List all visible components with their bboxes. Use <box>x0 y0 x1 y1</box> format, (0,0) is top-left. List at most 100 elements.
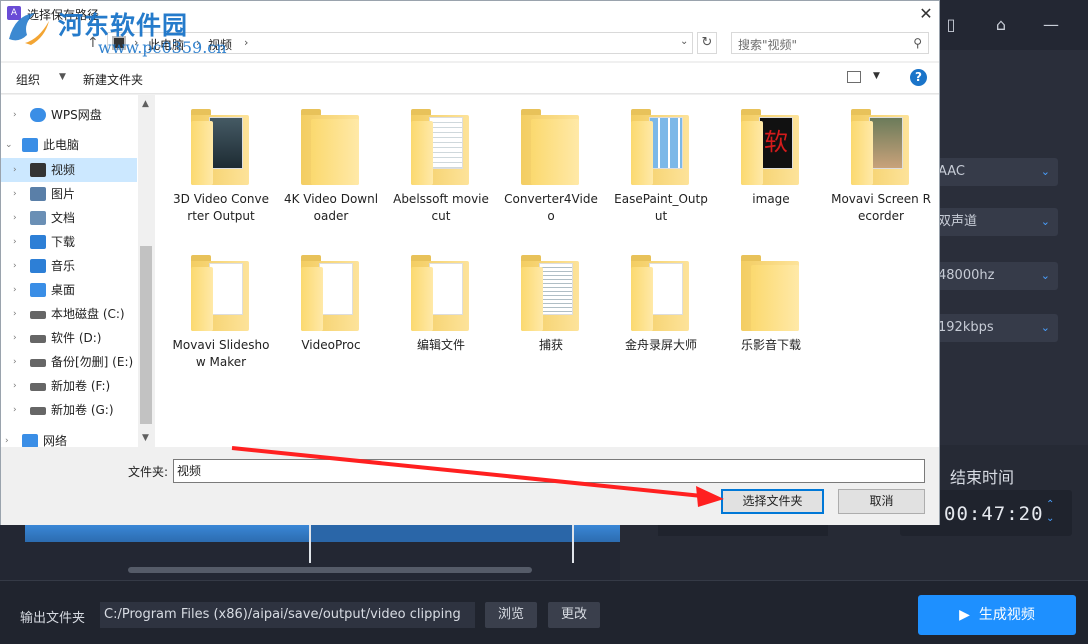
folder-icon <box>191 255 249 331</box>
collapse-arrow-icon[interactable]: › <box>13 230 17 254</box>
collapse-arrow-icon[interactable]: › <box>13 182 17 206</box>
home-icon[interactable]: ⌂ <box>990 14 1012 36</box>
scroll-up-arrow[interactable]: ▲ <box>142 99 149 109</box>
chevron-down-icon: ⌄ <box>1040 321 1050 334</box>
close-icon[interactable]: ✕ <box>915 3 937 25</box>
drive-icon <box>30 407 46 415</box>
folder-name: Movavi Screen Recorder <box>831 192 931 223</box>
organize-menu[interactable]: 组织 <box>16 71 40 88</box>
channel-dropdown[interactable]: 双声道 ⌄ <box>928 208 1058 236</box>
cancel-button[interactable]: 取消 <box>838 489 925 514</box>
minimize-icon[interactable]: — <box>1040 14 1062 36</box>
folder-icon <box>741 255 799 331</box>
folder-name: 编辑文件 <box>416 338 465 352</box>
time-spinner[interactable]: ⌃ ⌄ <box>1046 498 1054 526</box>
folder-icon: 软 <box>741 109 799 185</box>
folder-name: Abelssoft moviecut <box>393 192 489 223</box>
nav-item[interactable]: › 新加卷 (F:) <box>1 374 137 398</box>
folder-icon <box>631 255 689 331</box>
view-options-icon[interactable] <box>847 71 861 83</box>
drive-icon <box>30 311 46 319</box>
folder-name: Converter4Video <box>504 192 598 223</box>
nav-item-label: 新加卷 (G:) <box>51 403 114 417</box>
nav-item[interactable]: › 下载 <box>1 230 137 254</box>
collapse-arrow-icon[interactable]: › <box>13 398 17 422</box>
change-button[interactable]: 更改 <box>548 602 600 628</box>
bitrate-value: 192kbps <box>938 320 994 335</box>
nav-item[interactable]: › 文档 <box>1 206 137 230</box>
nav-item[interactable]: › 图片 <box>1 182 137 206</box>
generate-video-label: 生成视频 <box>978 607 1035 623</box>
folder-icon <box>631 109 689 185</box>
audio-codec-dropdown[interactable]: AAC ⌄ <box>928 158 1058 186</box>
nav-item[interactable]: › 软件 (D:) <box>1 326 137 350</box>
folder-icon <box>521 255 579 331</box>
end-time-value[interactable]: 00:47:20 <box>944 503 1044 525</box>
nav-item-label: 视频 <box>51 163 76 177</box>
collapse-arrow-icon[interactable]: › <box>13 350 17 374</box>
collapse-arrow-icon[interactable]: › <box>13 302 17 326</box>
chevron-down-icon[interactable]: ⌄ <box>680 36 688 47</box>
folder-name: 捕获 <box>538 338 563 352</box>
folder-name-input[interactable]: 视频 <box>173 459 925 483</box>
collapse-arrow-icon[interactable]: › <box>13 326 17 350</box>
output-path-field[interactable]: C:/Program Files (x86)/aipai/save/output… <box>100 602 475 628</box>
search-input[interactable]: 搜索"视频" ⚲ <box>731 32 929 54</box>
nav-item[interactable]: › 视频 <box>1 158 137 182</box>
scroll-down-arrow[interactable]: ▼ <box>142 433 149 443</box>
collapse-arrow-icon[interactable]: › <box>13 206 17 230</box>
expand-arrow-icon[interactable]: ⌄ <box>5 133 13 157</box>
channel-value: 双声道 <box>938 214 978 229</box>
trim-start-handle[interactable] <box>309 525 311 563</box>
search-placeholder: 搜索"视频" <box>738 38 798 52</box>
nav-item[interactable]: › 新加卷 (G:) <box>1 398 137 422</box>
refresh-icon[interactable]: ↻ <box>697 32 717 54</box>
watermark-logo <box>9 13 49 45</box>
pictures-folder-icon <box>30 187 46 201</box>
collapse-arrow-icon[interactable]: › <box>13 103 17 127</box>
nav-item[interactable]: ⌄ 此电脑 <box>1 133 137 157</box>
folder-name: 4K Video Downloader <box>283 192 379 223</box>
nav-item-label: 桌面 <box>51 283 76 297</box>
help-icon[interactable]: ? <box>910 69 927 86</box>
collapse-arrow-icon[interactable]: › <box>13 374 17 398</box>
collapse-arrow-icon[interactable]: › <box>13 158 17 182</box>
navigation-pane: › WPS网盘 ⌄ 此电脑 › 视频 › 图片 › 文档 › 下载 › 音乐 › 桌面 › 本地磁盘 (C:) › 软… <box>1 95 154 448</box>
nav-item[interactable]: › 桌面 <box>1 278 137 302</box>
folder-name: VideoProc <box>301 338 361 352</box>
nav-item-label: 此电脑 <box>43 138 80 152</box>
nav-item[interactable]: › WPS网盘 <box>1 103 137 127</box>
nav-item-label: 本地磁盘 (C:) <box>51 307 125 321</box>
nav-item-label: 下载 <box>51 235 76 249</box>
trim-end-handle[interactable] <box>572 525 574 563</box>
sample-rate-dropdown[interactable]: 48000hz ⌄ <box>928 262 1058 290</box>
collapse-arrow-icon[interactable]: › <box>13 278 17 302</box>
new-folder-button[interactable]: 新建文件夹 <box>83 71 143 88</box>
folder-icon <box>521 109 579 185</box>
chevron-down-icon: ▼ <box>59 72 66 82</box>
dialog-bottom-area: 文件夹: 视频 选择文件夹 取消 <box>1 447 939 525</box>
folder-icon <box>301 255 359 331</box>
window-icon[interactable]: ▯ <box>940 14 962 36</box>
chevron-down-icon[interactable]: ▼ <box>873 71 880 81</box>
computer-icon <box>22 138 38 152</box>
generate-video-button[interactable]: ▶ 生成视频 <box>918 595 1076 635</box>
output-folder-label: 输出文件夹 <box>20 611 86 626</box>
video-folder-icon <box>30 163 46 177</box>
drive-icon <box>30 335 46 343</box>
app-top-bar: ▯ ⌂ — <box>940 0 1088 50</box>
folder-name: 3D Video Converter Output <box>173 192 269 223</box>
browse-button[interactable]: 浏览 <box>485 602 537 628</box>
timeline-scrollbar[interactable] <box>128 567 532 573</box>
folder-icon <box>411 109 469 185</box>
drive-icon <box>30 359 46 367</box>
navigation-scrollbar-thumb[interactable] <box>140 246 152 424</box>
nav-item[interactable]: › 音乐 <box>1 254 137 278</box>
select-folder-button[interactable]: 选择文件夹 <box>721 489 824 514</box>
nav-item[interactable]: › 本地磁盘 (C:) <box>1 302 137 326</box>
collapse-arrow-icon[interactable]: › <box>13 254 17 278</box>
bitrate-dropdown[interactable]: 192kbps ⌄ <box>928 314 1058 342</box>
watermark-url: www.pc0359.cn <box>98 38 227 57</box>
drive-icon <box>30 383 46 391</box>
nav-item[interactable]: › 备份[勿删] (E:) <box>1 350 137 374</box>
